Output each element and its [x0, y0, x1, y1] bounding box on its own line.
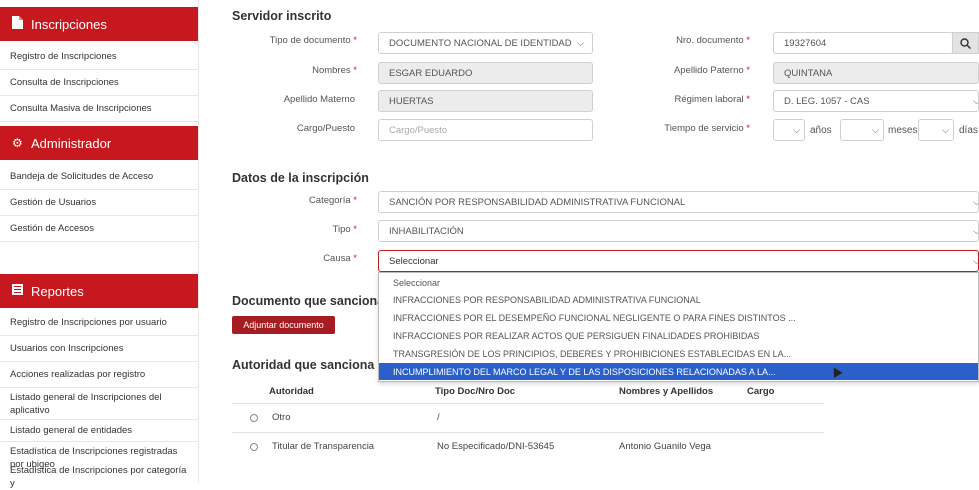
cargo-input[interactable]: Cargo/Puesto [378, 119, 593, 141]
sidebar-header-label: Inscripciones [31, 16, 107, 32]
label-apellido-paterno: Apellido Paterno * [673, 65, 750, 76]
section-title-inscripcion: Datos de la inscripción [232, 171, 369, 185]
label-nombres: Nombres * [312, 65, 357, 76]
sidebar-header-inscripciones[interactable]: Inscripciones [0, 7, 198, 41]
causa-option[interactable]: INFRACCIONES POR EL DESEMPEÑO FUNCIONAL … [379, 309, 978, 326]
label-tipo: Tipo * [332, 224, 357, 235]
sidebar-item-usuarios-inscripciones[interactable]: Usuarios con Inscripciones [0, 336, 198, 362]
cell-autoridad: Titular de Transparencia [272, 441, 375, 452]
table-divider [232, 432, 824, 433]
document-icon [12, 16, 26, 32]
regimen-laboral-select[interactable]: D. LEG. 1057 - CAS⌵ [773, 90, 979, 112]
sidebar-item-gestion-usuarios[interactable]: Gestión de Usuarios [0, 190, 198, 216]
sidebar: Inscripciones Registro de Inscripciones … [0, 0, 199, 489]
col-header-cargo: Cargo [747, 386, 775, 397]
nro-documento-input[interactable]: 19327604 [773, 32, 953, 54]
apellido-paterno-field: QUINTANA [773, 62, 979, 84]
meses-select[interactable]: ⌵ [840, 119, 884, 141]
sidebar-item-acciones-registro[interactable]: Acciones realizadas por registro [0, 362, 198, 388]
gear-icon: ⚙ [12, 136, 23, 150]
causa-option-highlighted[interactable]: INCUMPLIMIENTO DEL MARCO LEGAL Y DE LAS … [379, 363, 978, 380]
adjuntar-documento-button[interactable]: Adjuntar documento [232, 316, 335, 334]
section-title-autoridad: Autoridad que sanciona [232, 358, 375, 372]
sidebar-item-gestion-accesos[interactable]: Gestión de Accesos [0, 216, 198, 242]
sidebar-header-label: Administrador [31, 135, 112, 151]
label-tipo-documento: Tipo de documento * [269, 35, 357, 46]
section-title-documento: Documento que sanciona ( [232, 294, 392, 308]
chevron-down-icon: ⌵ [872, 125, 879, 135]
main-content: Servidor inscrito Tipo de documento * DO… [199, 0, 979, 483]
causa-option[interactable]: INFRACCIONES POR REALIZAR ACTOS QUE PERS… [379, 327, 978, 344]
anios-select[interactable]: ⌵ [773, 119, 805, 141]
chevron-down-icon: ⌵ [973, 226, 978, 237]
unit-meses: meses [888, 125, 918, 136]
dias-select[interactable]: ⌵ [918, 119, 954, 141]
tipo-documento-select[interactable]: DOCUMENTO NACIONAL DE IDENTIDAD ⌵ [378, 32, 593, 54]
sidebar-header-reportes[interactable]: Reportes [0, 274, 198, 308]
cell-doc: No Especificado/DNI-53645 [437, 441, 555, 452]
sidebar-item-registro-por-usuario[interactable]: Registro de Inscripciones por usuario [0, 310, 198, 336]
causa-option[interactable]: INFRACCIONES POR RESPONSABILIDAD ADMINIS… [379, 291, 978, 308]
causa-select[interactable]: Seleccionar⌵ [378, 250, 979, 272]
autoridad-radio-otro[interactable] [250, 414, 258, 422]
sidebar-header-label: Reportes [31, 283, 84, 299]
categoria-select[interactable]: SANCIÓN POR RESPONSABILIDAD ADMINISTRATI… [378, 191, 979, 213]
cell-doc: / [437, 412, 440, 423]
chevron-down-icon: ⌵ [577, 38, 584, 48]
apellido-materno-field: HUERTAS [378, 90, 593, 112]
search-button[interactable] [952, 32, 979, 54]
list-icon [12, 284, 26, 298]
table-divider [232, 403, 824, 404]
chevron-down-icon: ⌵ [793, 125, 800, 135]
nombres-field: ESGAR EDUARDO [378, 62, 593, 84]
label-categoria: Categoría * [308, 195, 357, 206]
tipo-select[interactable]: INHABILITACIÓN⌵ [378, 220, 979, 242]
chevron-down-icon: ⌵ [973, 256, 978, 267]
causa-option[interactable]: Seleccionar [379, 274, 978, 291]
sidebar-item-estadistica-categoria[interactable]: Estadística de Inscripciones por categor… [0, 465, 198, 489]
autoridad-radio-titular[interactable] [250, 443, 258, 451]
chevron-down-icon: ⌵ [942, 125, 949, 135]
col-header-autoridad: Autoridad [269, 386, 314, 397]
sidebar-item-consulta-inscripciones[interactable]: Consulta de Inscripciones [0, 70, 198, 96]
col-header-tipo-doc: Tipo Doc/Nro Doc [435, 386, 516, 397]
chevron-down-icon: ⌵ [973, 197, 978, 208]
cell-autoridad: Otro [272, 412, 291, 423]
section-title-servidor: Servidor inscrito [232, 9, 332, 23]
sidebar-item-bandeja-solicitudes[interactable]: Bandeja de Solicitudes de Acceso [0, 164, 198, 190]
label-tiempo-servicio: Tiempo de servicio * [664, 123, 750, 134]
unit-anios: años [810, 125, 832, 136]
unit-dias: días [959, 125, 978, 136]
sidebar-item-listado-inscripciones[interactable]: Listado general de Inscripciones del apl… [0, 388, 198, 420]
label-nro-documento: Nro. documento * [676, 35, 750, 46]
causa-option[interactable]: TRANSGRESIÓN DE LOS PRINCIPIOS, DEBERES … [379, 345, 978, 362]
cell-nombres: Antonio Guanilo Vega [619, 441, 711, 452]
label-regimen-laboral: Régimen laboral * [674, 94, 750, 105]
col-header-nombres: Nombres y Apellidos [619, 386, 714, 397]
sidebar-item-registro-inscripciones[interactable]: Registro de Inscripciones [0, 44, 198, 70]
label-causa: Causa * [323, 253, 357, 264]
sidebar-item-consulta-masiva[interactable]: Consulta Masiva de Inscripciones [0, 96, 198, 122]
sidebar-item-listado-entidades[interactable]: Listado general de entidades [0, 420, 198, 442]
label-cargo: Cargo/Puesto [296, 123, 355, 134]
causa-dropdown-list: Seleccionar INFRACCIONES POR RESPONSABIL… [378, 272, 979, 382]
label-apellido-materno: Apellido Materno [283, 94, 355, 105]
search-icon [960, 37, 971, 49]
sidebar-header-administrador[interactable]: ⚙ Administrador [0, 126, 198, 160]
chevron-down-icon: ⌵ [973, 96, 978, 107]
